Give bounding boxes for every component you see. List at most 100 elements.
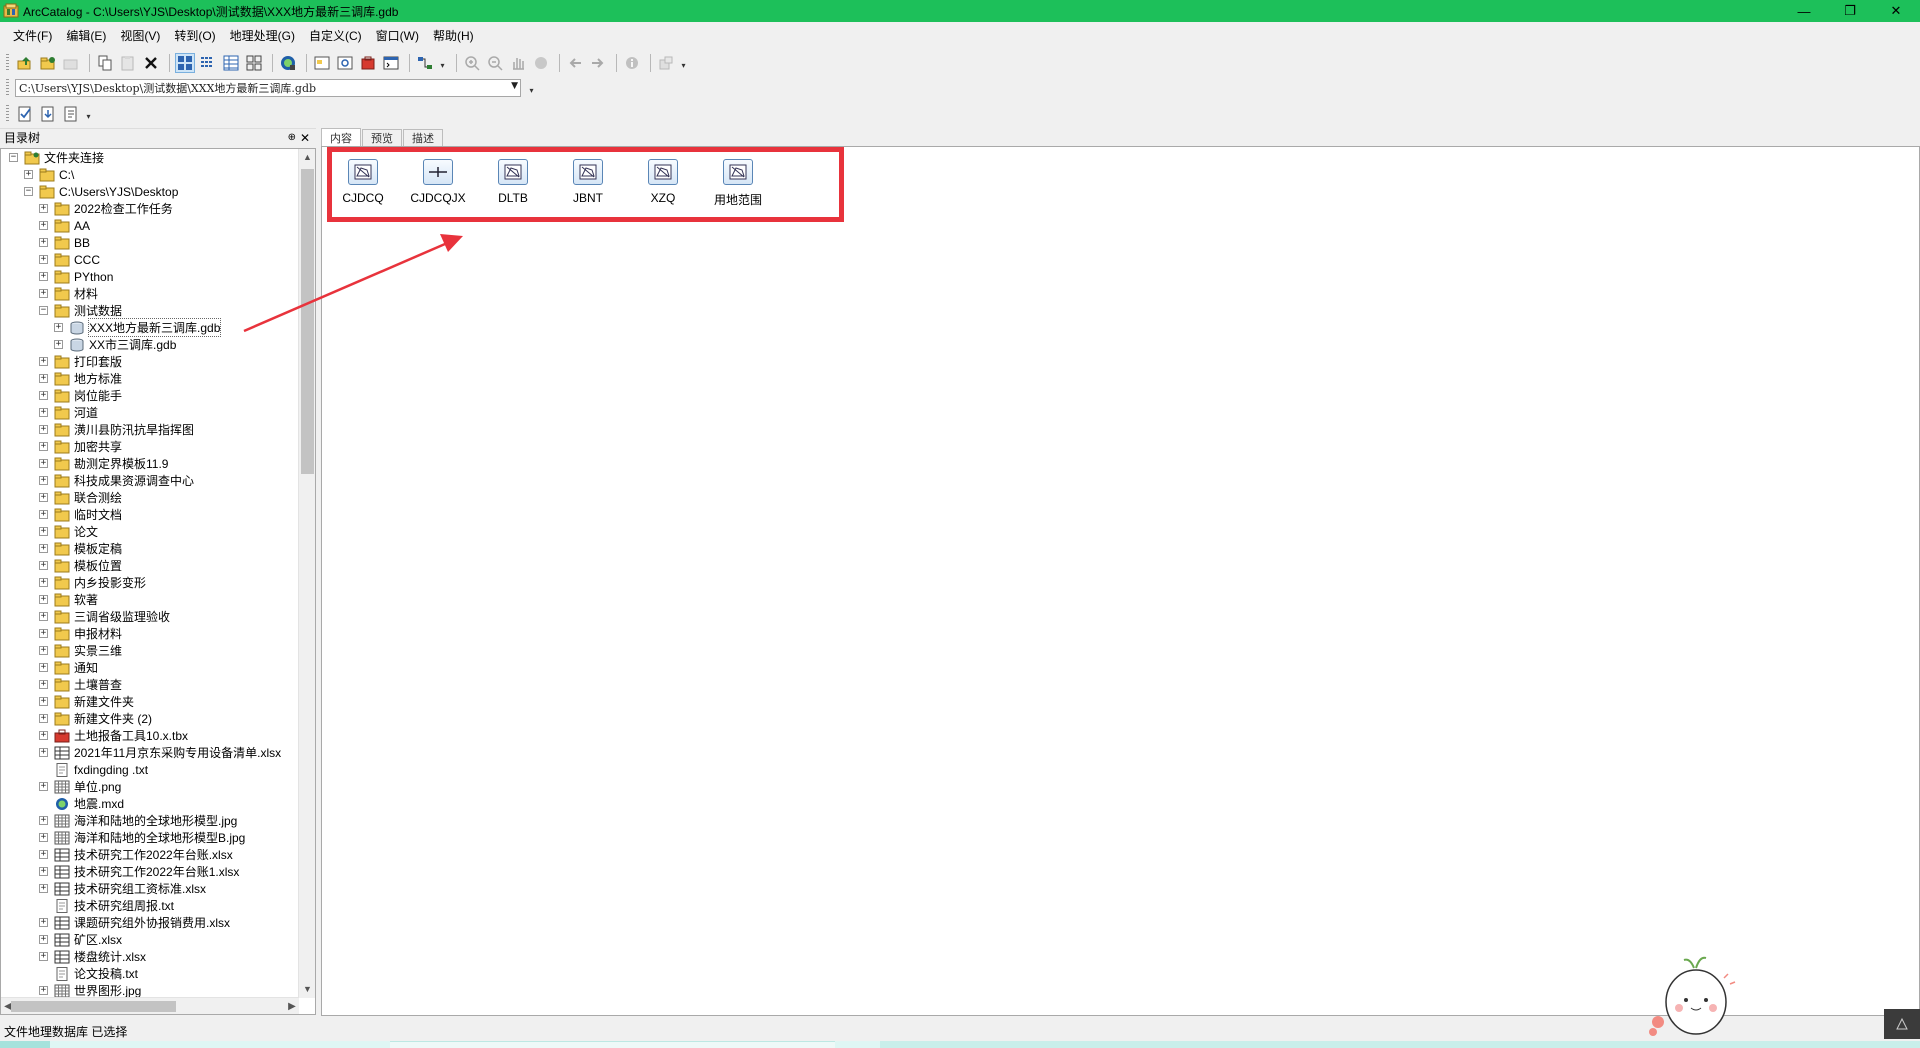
pin-icon[interactable]: ⊕ [288, 132, 296, 143]
tree-item[interactable]: 地震.mxd [1, 795, 297, 812]
menu-item[interactable]: 窗口(W) [369, 25, 426, 46]
location-combobox[interactable]: C:\Users\YJS\Desktop\测试数据\XXX地方最新三调库.gdb… [15, 79, 521, 97]
expand-icon[interactable]: + [39, 425, 48, 434]
tree-item[interactable]: + 临时文档 [1, 506, 297, 523]
expand-icon[interactable]: + [39, 272, 48, 281]
expand-icon[interactable]: + [39, 221, 48, 230]
tree-item[interactable]: 论文投稿.txt [1, 965, 297, 982]
tree-item[interactable]: + BB [1, 234, 297, 251]
tree-item[interactable]: + 单位.png [1, 778, 297, 795]
tree-item[interactable]: − C:\Users\YJS\Desktop [1, 183, 297, 200]
tree-item[interactable]: + 科技成果资源调查中心 [1, 472, 297, 489]
expand-icon[interactable]: + [39, 663, 48, 672]
expand-icon[interactable]: + [39, 255, 48, 264]
tree-item[interactable]: + 模板位置 [1, 557, 297, 574]
expand-icon[interactable]: + [39, 544, 48, 553]
tree-item[interactable]: +2022检查工作任务 [1, 200, 297, 217]
connect-folder-icon[interactable] [38, 53, 58, 73]
expand-icon[interactable]: + [39, 833, 48, 842]
expand-icon[interactable]: + [39, 391, 48, 400]
notification-corner-icon[interactable] [1884, 1009, 1920, 1039]
expand-icon[interactable]: + [39, 204, 48, 213]
large-icons-view-icon[interactable] [175, 53, 195, 73]
tree-item[interactable]: + 软著 [1, 591, 297, 608]
expand-icon[interactable]: + [39, 986, 48, 995]
identify-icon[interactable] [622, 53, 642, 73]
catalog-tree[interactable]: − 文件夹连接 + C:\ − C:\Users\YJS\Desktop +2022检查工作… [0, 148, 316, 1015]
disconnect-folder-icon[interactable] [61, 53, 81, 73]
expand-icon[interactable]: + [39, 527, 48, 536]
paste-icon[interactable] [118, 53, 138, 73]
expand-icon[interactable]: + [39, 357, 48, 366]
expand-icon[interactable]: + [54, 323, 63, 332]
toolbar-grip[interactable] [6, 54, 9, 72]
tree-item[interactable]: + XXX地方最新三调库.gdb [1, 318, 297, 337]
expand-icon[interactable]: + [39, 714, 48, 723]
close-pane-icon[interactable]: ✕ [300, 131, 310, 145]
chevron-down-icon[interactable]: ▼ [511, 81, 518, 91]
pan-icon[interactable] [508, 53, 528, 73]
expand-icon[interactable]: + [39, 918, 48, 927]
zoom-out-icon[interactable] [485, 53, 505, 73]
tree-item[interactable]: +2021年11月京东采购专用设备清单.xlsx [1, 744, 297, 761]
menu-item[interactable]: 转到(O) [167, 25, 222, 46]
expand-icon[interactable]: + [39, 238, 48, 247]
expand-icon[interactable]: + [39, 612, 48, 621]
expand-icon[interactable]: + [54, 340, 63, 349]
expand-icon[interactable]: + [39, 493, 48, 502]
tree-item[interactable]: + 土壤普查 [1, 676, 297, 693]
details-view-icon[interactable] [221, 53, 241, 73]
tree-item[interactable]: + 技术研究工作2022年台账.xlsx [1, 846, 297, 863]
tree-item[interactable]: + 内乡投影变形 [1, 574, 297, 591]
collapse-icon[interactable]: − [9, 153, 18, 162]
expand-icon[interactable]: + [39, 646, 48, 655]
delete-icon[interactable] [141, 53, 161, 73]
expand-icon[interactable]: + [39, 884, 48, 893]
menu-item[interactable]: 自定义(C) [302, 25, 369, 46]
menu-item[interactable]: 文件(F) [6, 25, 59, 46]
tab[interactable]: 预览 [362, 129, 402, 146]
up-one-level-icon[interactable] [15, 53, 35, 73]
menu-item[interactable]: 视图(V) [113, 25, 167, 46]
tree-item[interactable]: + 勘测定界模板11.9 [1, 455, 297, 472]
scroll-right-icon[interactable]: ▶ [285, 998, 299, 1014]
toolbar-grip[interactable] [6, 105, 9, 123]
close-button[interactable]: ✕ [1873, 0, 1919, 22]
tree-item[interactable]: + 申报材料 [1, 625, 297, 642]
back-icon[interactable] [565, 53, 585, 73]
tree-item[interactable]: − 测试数据 [1, 302, 297, 319]
restore-button[interactable]: ❐ [1827, 0, 1873, 22]
expand-icon[interactable]: + [39, 867, 48, 876]
tree-item[interactable]: + 技术研究工作2022年台账1.xlsx [1, 863, 297, 880]
expand-icon[interactable]: + [39, 289, 48, 298]
list-view-icon[interactable] [198, 53, 218, 73]
zoom-in-icon[interactable] [462, 53, 482, 73]
launch-arcmap-icon[interactable] [278, 53, 298, 73]
tree-item[interactable]: + 土地报备工具10.x.tbx [1, 727, 297, 744]
menu-item[interactable]: 帮助(H) [426, 25, 481, 46]
tree-item[interactable]: + 通知 [1, 659, 297, 676]
minimize-button[interactable]: — [1781, 0, 1827, 22]
catalog-tree-icon[interactable] [312, 53, 332, 73]
expand-icon[interactable]: + [39, 850, 48, 859]
arctoolbox-icon[interactable] [358, 53, 378, 73]
collapse-icon[interactable]: − [39, 306, 48, 315]
tree-item[interactable]: + CCC [1, 251, 297, 268]
expand-icon[interactable]: + [39, 408, 48, 417]
python-window-icon[interactable] [381, 53, 401, 73]
tree-item[interactable]: + 课题研究组外协报销费用.xlsx [1, 914, 297, 931]
tree-item[interactable]: fxdingding .txt [1, 761, 297, 778]
expand-icon[interactable]: + [39, 374, 48, 383]
import-metadata-icon[interactable] [38, 104, 58, 124]
scroll-up-icon[interactable]: ▲ [299, 149, 315, 166]
contents-pane[interactable]: CJDCQ CJDCQJX DLTB JBNT XZQ 用地范围 [321, 146, 1920, 1016]
tree-item[interactable]: + AA [1, 217, 297, 234]
scroll-down-icon[interactable]: ▼ [299, 981, 315, 998]
expand-icon[interactable]: + [39, 697, 48, 706]
tree-item[interactable]: + 地方标准 [1, 370, 297, 387]
tree-item[interactable]: + 楼盘统计.xlsx [1, 948, 297, 965]
tree-item[interactable]: + 打印套版 [1, 353, 297, 370]
expand-icon[interactable]: + [39, 629, 48, 638]
tree-item[interactable]: + 河道 [1, 404, 297, 421]
tree-item[interactable]: + 岗位能手 [1, 387, 297, 404]
